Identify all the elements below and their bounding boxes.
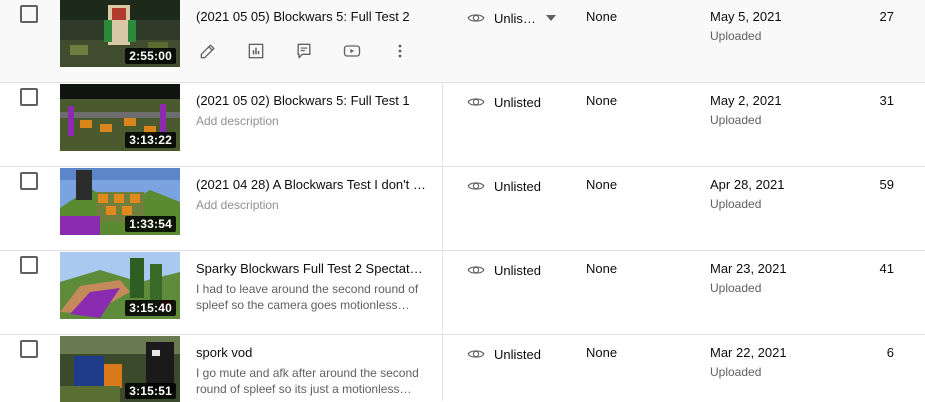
view-count: 6 [886, 345, 894, 360]
youtube-icon [343, 45, 361, 57]
eye-icon [467, 266, 485, 274]
date-status: Uploaded [710, 29, 762, 43]
eye-icon [467, 98, 485, 106]
date-status: Uploaded [710, 113, 762, 127]
date-status: Uploaded [710, 365, 762, 379]
video-thumbnail[interactable]: 3:15:51 [60, 336, 180, 402]
view-count: 31 [879, 93, 894, 108]
video-row[interactable]: 3:15:40 Sparky Blockwars Full Test 2 Spe… [0, 251, 925, 335]
video-title[interactable]: (2021 04 28) A Blockwars Test I don't … [196, 177, 426, 192]
row-checkbox[interactable] [20, 340, 38, 358]
video-title[interactable]: Sparky Blockwars Full Test 2 Spectato… [196, 261, 426, 276]
video-description[interactable]: Add description [196, 113, 428, 129]
video-title[interactable]: (2021 05 05) Blockwars 5: Full Test 2 [196, 9, 426, 24]
restrictions: None [586, 345, 618, 360]
video-title[interactable]: spork vod [196, 345, 426, 360]
comments-button[interactable] [292, 39, 316, 63]
visibility-select[interactable]: Unlis… [467, 9, 556, 27]
visibility-label: Unlis… [494, 10, 536, 26]
date-status: Uploaded [710, 197, 762, 211]
restrictions: None [586, 261, 618, 276]
visibility-label: Unlisted [494, 262, 541, 278]
upload-date: Mar 22, 2021 [710, 345, 787, 360]
eye-icon [467, 182, 485, 190]
analytics-icon [248, 43, 264, 59]
comments-icon [297, 43, 311, 59]
video-description[interactable]: I had to leave around the second round o… [196, 281, 428, 313]
eye-icon [467, 14, 485, 22]
view-count: 27 [879, 9, 894, 24]
row-checkbox[interactable] [20, 172, 38, 190]
upload-date: Mar 23, 2021 [710, 261, 787, 276]
view-count: 59 [879, 177, 894, 192]
visibility-status: Unlisted [467, 261, 541, 279]
video-row[interactable]: 3:15:51 spork vod I go mute and afk afte… [0, 335, 925, 402]
row-checkbox[interactable] [20, 5, 38, 23]
upload-date: May 5, 2021 [710, 9, 782, 24]
upload-date: Apr 28, 2021 [710, 177, 785, 192]
visibility-status: Unlisted [467, 345, 541, 363]
restrictions: None [586, 93, 618, 108]
visibility-label: Unlisted [494, 94, 541, 110]
video-row[interactable]: 2:55:00 (2021 05 05) Blockwars 5: Full T… [0, 0, 925, 83]
video-duration: 1:33:54 [125, 216, 176, 232]
visibility-label: Unlisted [494, 346, 541, 362]
view-count: 41 [879, 261, 894, 276]
visibility-label: Unlisted [494, 178, 541, 194]
upload-date: May 2, 2021 [710, 93, 782, 108]
video-thumbnail[interactable]: 3:13:22 [60, 84, 180, 151]
restrictions: None [586, 9, 618, 24]
video-row[interactable]: 3:13:22 (2021 05 02) Blockwars 5: Full T… [0, 83, 925, 167]
video-duration: 3:13:22 [125, 132, 176, 148]
more-options-button[interactable] [388, 39, 412, 63]
video-duration: 3:15:51 [125, 383, 176, 399]
details-button[interactable] [196, 39, 220, 63]
visibility-status: Unlisted [467, 93, 541, 111]
row-checkbox[interactable] [20, 88, 38, 106]
video-title[interactable]: (2021 05 02) Blockwars 5: Full Test 1 [196, 93, 426, 108]
row-actions [196, 39, 436, 63]
video-row[interactable]: 1:33:54 (2021 04 28) A Blockwars Test I … [0, 167, 925, 251]
chevron-down-icon[interactable] [545, 15, 556, 21]
video-description[interactable]: Add description [196, 197, 428, 213]
restrictions: None [586, 177, 618, 192]
video-thumbnail[interactable]: 3:15:40 [60, 252, 180, 319]
video-thumbnail[interactable]: 2:55:00 [60, 0, 180, 67]
pencil-icon [200, 44, 215, 59]
visibility-status: Unlisted [467, 177, 541, 195]
video-duration: 2:55:00 [125, 48, 176, 64]
analytics-button[interactable] [244, 39, 268, 63]
video-duration: 3:15:40 [125, 300, 176, 316]
video-thumbnail[interactable]: 1:33:54 [60, 168, 180, 235]
eye-icon [467, 350, 485, 358]
more-options-icon [398, 44, 402, 58]
view-on-youtube-button[interactable] [340, 39, 364, 63]
video-description[interactable]: I go mute and afk after around the secon… [196, 365, 428, 397]
row-checkbox[interactable] [20, 256, 38, 274]
date-status: Uploaded [710, 281, 762, 295]
